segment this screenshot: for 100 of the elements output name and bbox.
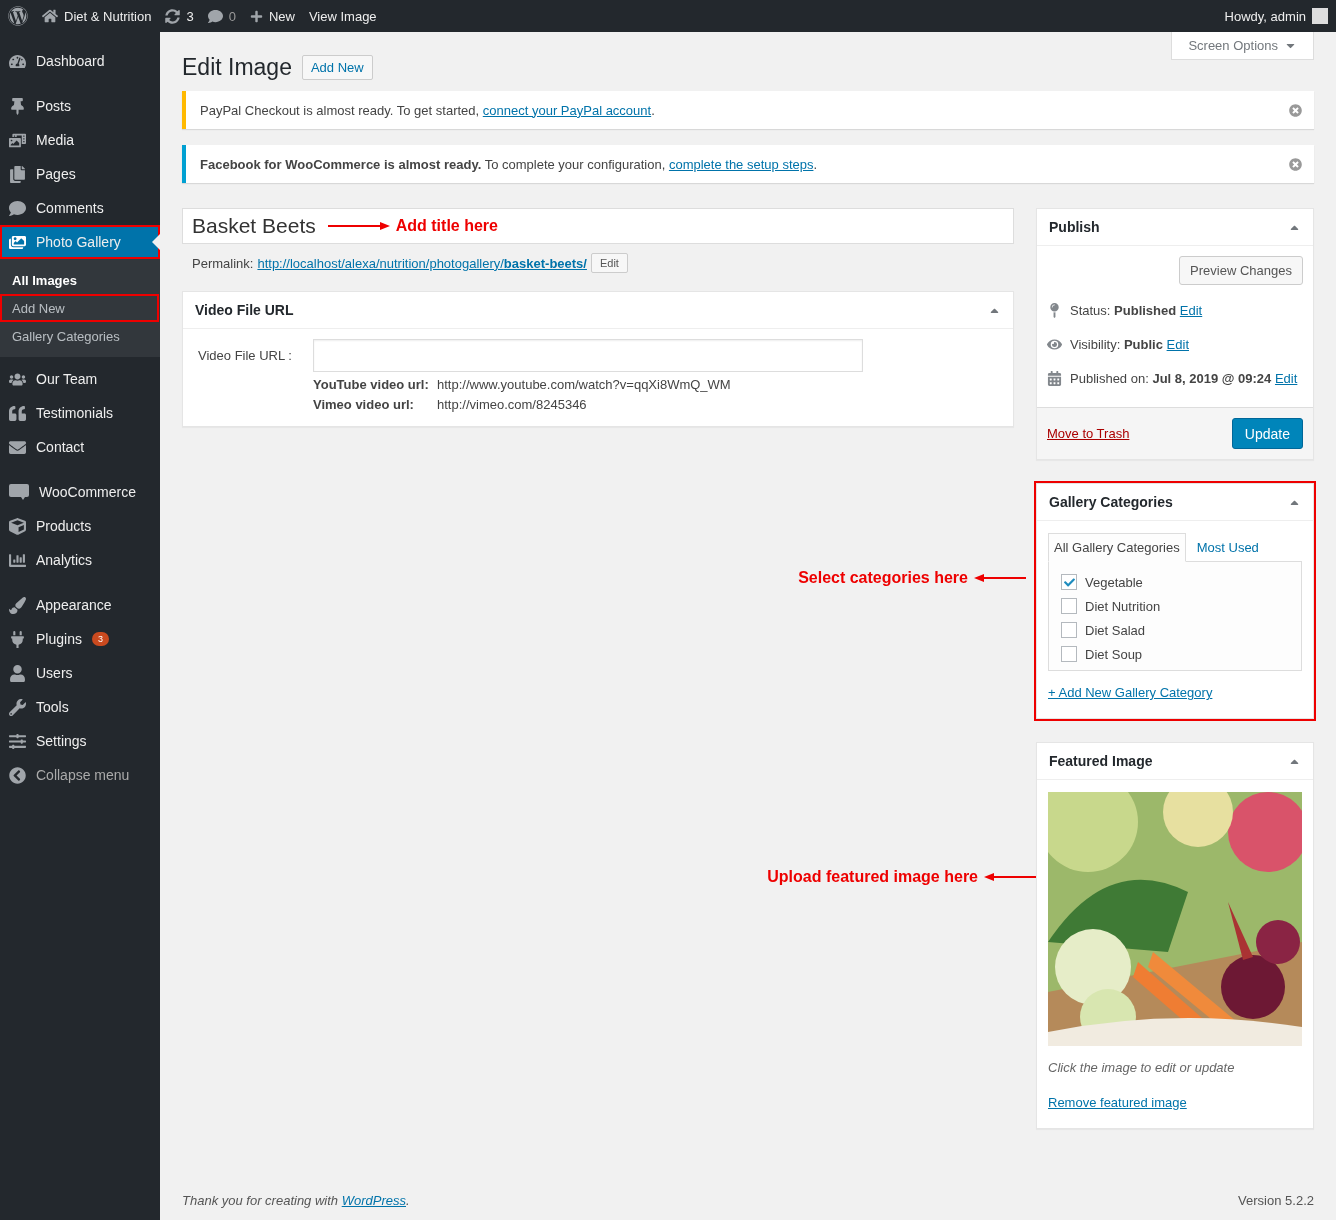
updates-menu[interactable]: 3 (165, 8, 194, 24)
checkbox[interactable] (1061, 622, 1077, 638)
gauge-icon (9, 52, 26, 70)
pushpin-icon (9, 97, 26, 115)
speech-bubble-icon (9, 199, 26, 217)
edit-link[interactable]: Edit (1274, 370, 1298, 386)
cube-icon (9, 517, 26, 535)
notice-text: PayPal Checkout is almost ready. To get started, connect your PayPal account. (200, 102, 655, 118)
submenu-item[interactable]: Add New (0, 294, 159, 322)
sidebar-item[interactable]: Collapse menu (0, 758, 160, 792)
refresh-icon (165, 8, 181, 24)
add-new-button[interactable]: Add New (301, 55, 373, 80)
home-icon (42, 8, 58, 24)
update-button[interactable]: Update (1231, 418, 1303, 449)
arrow-icon (327, 221, 390, 231)
collapse-icon (9, 766, 26, 784)
sidebar-item[interactable]: WooCommerce (0, 475, 160, 509)
sidebar-item[interactable]: Posts (0, 89, 160, 123)
video-url-field[interactable] (313, 339, 863, 372)
sidebar-item[interactable]: Comments (0, 191, 160, 225)
page-title: Edit Image (182, 54, 292, 81)
field-label: Video File URL : (198, 348, 293, 363)
submenu-item[interactable]: Gallery Categories (0, 322, 159, 350)
sidebar-item[interactable]: Analytics (0, 543, 160, 577)
screen-options-button[interactable]: Screen Options (1171, 32, 1314, 60)
sidebar-item[interactable]: Dashboard (0, 44, 160, 78)
sidebar-item[interactable]: Plugins 3 (0, 622, 160, 656)
sidebar-item[interactable]: Pages (0, 157, 160, 191)
category-label: Diet Nutrition (1085, 598, 1161, 614)
hint-value: http://vimeo.com/8245346 (437, 397, 588, 412)
trash-link[interactable]: Move to Trash (1047, 426, 1130, 441)
dismiss-icon[interactable] (1289, 157, 1302, 171)
bar-chart-icon (9, 551, 26, 569)
sidebar-item[interactable]: Products (0, 509, 160, 543)
checkbox[interactable] (1061, 598, 1077, 614)
sidebar-item[interactable]: Testimonials (0, 396, 160, 430)
annotation-text: Select categories here (798, 569, 968, 587)
envelope-icon (9, 438, 26, 456)
remove-image-link[interactable]: Remove featured image (1048, 1095, 1187, 1110)
sidebar-item[interactable]: Photo Gallery (0, 225, 160, 259)
wrench-icon (9, 698, 26, 716)
preview-button[interactable]: Preview Changes (1179, 256, 1303, 285)
panel-title: Video File URL (195, 302, 294, 318)
edit-link[interactable]: Edit (1166, 336, 1189, 352)
tab[interactable]: All Gallery Categories (1048, 533, 1186, 562)
permalink-link[interactable]: http://localhost/alexa/nutrition/photogallery/basket-beets/ (257, 255, 587, 271)
permalink-label: Permalink: (192, 255, 254, 271)
publish-info: Status: Published Edit (1070, 302, 1203, 318)
title-field[interactable]: Basket Beets Add title here (182, 208, 1014, 244)
panel-title: Gallery Categories (1049, 494, 1173, 510)
dismiss-icon[interactable] (1289, 103, 1302, 117)
plug-icon (9, 630, 26, 648)
submenu-item[interactable]: All Images (0, 266, 159, 294)
checkbox[interactable] (1061, 646, 1077, 662)
category-label: Diet Salad (1085, 622, 1145, 638)
add-category-link[interactable]: + Add New Gallery Category (1048, 685, 1213, 700)
media-icon (9, 131, 26, 149)
sidebar-item[interactable]: Contact (0, 430, 160, 464)
sliders-icon (9, 732, 26, 750)
footer-link[interactable]: WordPress (341, 1193, 406, 1208)
pages-icon (9, 165, 26, 183)
sidebar-item[interactable]: Users (0, 656, 160, 690)
brush-icon (9, 596, 26, 614)
sidebar-item[interactable]: Appearance (0, 588, 160, 622)
speech-bubble-icon (207, 8, 223, 24)
tab[interactable]: Most Used (1185, 533, 1270, 562)
edit-link[interactable]: Edit (1179, 302, 1203, 318)
woo-icon (9, 484, 29, 500)
panel-title: Publish (1049, 219, 1100, 235)
panel-title: Featured Image (1049, 753, 1153, 769)
arrow-icon (974, 573, 1026, 583)
sidebar-item[interactable]: Tools (0, 690, 160, 724)
annotation-text: Add title here (395, 217, 498, 235)
category-label: Vegetable (1085, 574, 1143, 590)
plus-icon (249, 9, 263, 23)
version-text: Version 5.2.2 (1238, 1193, 1314, 1208)
category-label: Diet Soup (1085, 646, 1143, 662)
sidebar-item[interactable]: Settings (0, 724, 160, 758)
sidebar-item[interactable]: Our Team (0, 362, 160, 396)
arrow-icon (984, 872, 1036, 882)
edit-button[interactable]: Edit (590, 253, 628, 273)
hint-value: http://www.youtube.com/watch?v=qqXi8WmQ_WM (437, 377, 732, 392)
count-badge: 3 (91, 632, 109, 646)
publish-info: Published on: Jul 8, 2019 @ 09:24 Edit (1070, 370, 1298, 386)
footer-text: Thank you for creating with WordPress. (182, 1193, 410, 1208)
annotation-text: Upload featured image here (767, 868, 978, 886)
site-menu[interactable]: Diet & Nutrition (42, 8, 152, 24)
notice-text: Facebook for WooCommerce is almost ready. To complete your configuration, complete the setup steps. (200, 156, 818, 172)
sidebar-item[interactable]: Media (0, 123, 160, 157)
checkbox[interactable] (1061, 574, 1077, 590)
pin-icon (1047, 302, 1062, 318)
hint-label: YouTube video url: (313, 377, 430, 392)
comments-menu[interactable]: 0 (207, 8, 236, 24)
images-icon (9, 233, 26, 251)
account-menu[interactable]: Howdy, admin (1224, 8, 1328, 24)
wordpress-logo[interactable] (8, 6, 28, 26)
new-menu[interactable]: New (249, 8, 295, 24)
view-image-link[interactable]: View Image (308, 8, 377, 24)
hint-label: Vimeo video url: (313, 397, 415, 412)
image-caption: Click the image to edit or update (1048, 1060, 1236, 1075)
